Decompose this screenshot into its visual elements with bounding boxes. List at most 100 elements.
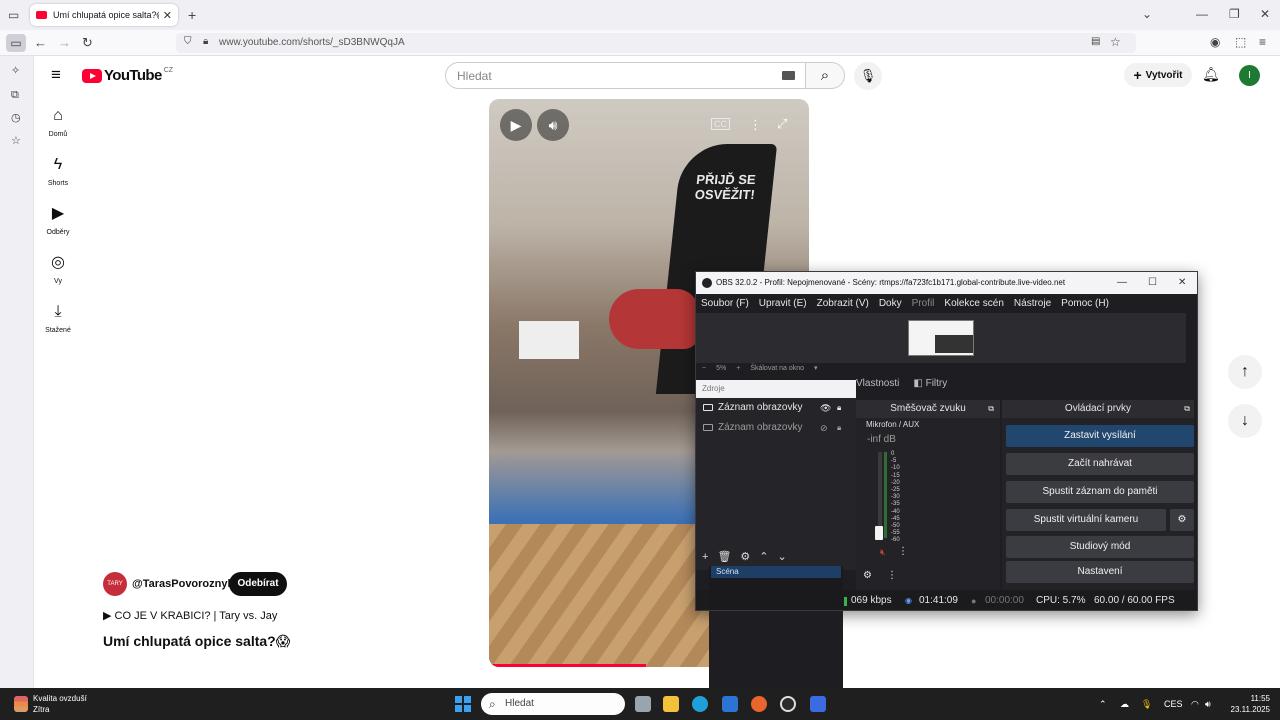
menu-edit[interactable]: Upravit (E) [759, 294, 807, 313]
menu-scene-collection[interactable]: Kolekce scén [944, 294, 1003, 313]
task-view-icon[interactable] [635, 696, 651, 712]
mixer-settings-icon[interactable]: ⚙ [863, 570, 872, 581]
chevron-down-icon[interactable]: ⌄ [1142, 8, 1152, 20]
menu-icon[interactable]: ≡ [1259, 36, 1266, 48]
forward-icon[interactable]: → [58, 36, 71, 49]
back-icon[interactable]: ← [34, 36, 47, 49]
app-taskbar-icon[interactable] [810, 696, 826, 712]
minimize-icon[interactable]: — [1196, 8, 1208, 20]
lock-icon[interactable]: 🔒︎ [837, 398, 841, 418]
youtube-logo[interactable]: YouTube CZ [82, 67, 173, 84]
chevron-down-icon[interactable]: ▾ [814, 363, 818, 375]
history-icon[interactable]: ◷ [11, 113, 21, 124]
previous-short-button[interactable]: ↑ [1228, 355, 1262, 389]
microsoft-store-icon[interactable] [722, 696, 738, 712]
create-button[interactable]: + Vytvořit [1124, 63, 1192, 87]
menu-help[interactable]: Pomoc (H) [1061, 294, 1109, 313]
fullscreen-icon[interactable]: ⤢ [777, 116, 787, 132]
eye-hidden-icon[interactable]: ⊘ [820, 418, 828, 438]
rail-item-home[interactable]: ⌂ Domů [35, 106, 81, 138]
edge-icon[interactable] [692, 696, 708, 712]
taskbar-clock[interactable]: 11:55 23.11.2025 [1226, 693, 1270, 715]
synced-tabs-icon[interactable]: ⧉ [11, 90, 19, 101]
bookmark-star-icon[interactable]: ☆ [1110, 36, 1121, 48]
rail-item-you[interactable]: ◎ Vy [35, 253, 81, 285]
firefox-icon[interactable] [751, 696, 767, 712]
subscribe-button[interactable]: Odebírat [229, 572, 287, 596]
menu-tools[interactable]: Nástroje [1014, 294, 1051, 313]
undock-icon[interactable]: ⧉ [988, 400, 994, 418]
menu-docks[interactable]: Doky [879, 294, 902, 313]
filters-tab[interactable]: ◧ Filtry [913, 378, 947, 389]
source-row[interactable]: Záznam obrazovky 👁︎ 🔒︎ [696, 398, 856, 418]
stop-streaming-button[interactable]: Zastavit vysílání [1006, 425, 1194, 447]
mixer-menu-icon[interactable]: ⋮ [898, 546, 908, 557]
channel-name[interactable]: @TarasPovoroznyk [132, 578, 234, 590]
notifications-bell-icon[interactable]: 🔔︎ [1202, 66, 1220, 83]
volume-slider-handle[interactable] [875, 526, 883, 540]
video-progress-bar[interactable] [489, 664, 646, 667]
studio-mode-button[interactable]: Studiový mód [1006, 536, 1194, 558]
obs-preview[interactable] [696, 313, 1186, 363]
source-settings-gear-icon[interactable]: ⚙ [740, 547, 750, 567]
more-options-icon[interactable]: ⋮ [749, 117, 762, 133]
playlist-link[interactable]: ▶ CO JE V KRABICI? | Tary vs. Jay [103, 609, 277, 622]
menu-file[interactable]: Soubor (F) [701, 294, 749, 313]
taskbar-search-input[interactable]: Hledat [481, 693, 625, 715]
wifi-icon[interactable]: ◠ [1191, 688, 1199, 720]
eye-icon[interactable]: 👁︎ [820, 398, 831, 418]
captions-icon[interactable]: CC [711, 118, 730, 130]
rail-item-subscriptions[interactable]: ▶︎ Odběry [35, 204, 81, 236]
rail-item-shorts[interactable]: ϟ Shorts [35, 155, 81, 187]
bookmarks-icon[interactable]: ☆ [11, 136, 21, 147]
remove-source-icon[interactable]: 🗑︎ [717, 547, 731, 567]
lock-icon[interactable]: 🔒︎ [837, 418, 841, 438]
reload-icon[interactable]: ↻ [82, 36, 93, 49]
zoom-mode-select[interactable]: Škálovat na okno [750, 363, 804, 375]
windows-start-icon[interactable] [455, 696, 471, 712]
start-recording-button[interactable]: Začít nahrávat [1006, 453, 1194, 475]
sidebar-toggle-icon[interactable]: ▭ [6, 34, 26, 52]
zoom-in-button[interactable]: + [736, 363, 740, 375]
microphone-in-use-icon[interactable]: 🎙︎ [1141, 688, 1152, 720]
voice-search-button[interactable]: 🎙︎ [854, 62, 882, 90]
language-indicator[interactable]: CES [1164, 688, 1183, 720]
weather-widget[interactable]: Kvalita ovzduší Zítra [33, 693, 87, 715]
search-button[interactable]: ⌕ [805, 62, 845, 89]
file-explorer-icon[interactable] [663, 696, 679, 712]
ai-chat-icon[interactable]: ✧ [11, 66, 20, 77]
obs-title-bar[interactable]: OBS 32.0.2 - Profil: Nepojmenované - Scé… [696, 272, 1197, 294]
start-replay-buffer-button[interactable]: Spustit záznam do paměti [1006, 481, 1194, 503]
menu-profile[interactable]: Profil [912, 294, 935, 313]
source-row[interactable]: Záznam obrazovky ⊘ 🔒︎ [696, 418, 856, 438]
start-virtual-camera-button[interactable]: Spustit virtuální kameru [1006, 509, 1166, 531]
lock-icon[interactable]: 🔒︎ [203, 37, 208, 47]
mixer-more-icon[interactable]: ⋮ [887, 570, 897, 581]
obs-maximize-icon[interactable]: ☐ [1148, 272, 1157, 294]
muted-speaker-icon[interactable]: 🔇︎ [880, 547, 886, 558]
virtual-camera-settings-button[interactable]: ⚙ [1170, 509, 1194, 531]
close-window-icon[interactable]: ✕ [1260, 8, 1270, 20]
move-up-icon[interactable]: ⌃ [759, 547, 768, 567]
url-bar[interactable]: ⛉ 🔒︎ www.youtube.com/shorts/_sD3BNWQqJA … [176, 33, 1136, 53]
properties-tab[interactable]: Vlastnosti [856, 378, 899, 389]
onedrive-cloud-icon[interactable]: ☁ [1120, 688, 1129, 720]
obs-minimize-icon[interactable]: — [1117, 272, 1127, 294]
keyboard-icon[interactable] [782, 71, 795, 80]
undock-icon[interactable]: ⧉ [1184, 400, 1190, 418]
rail-item-downloads[interactable]: ⤓ Stažené [35, 302, 81, 334]
next-short-button[interactable]: ↓ [1228, 404, 1262, 438]
restore-icon[interactable]: ❐ [1229, 8, 1240, 20]
reader-view-icon[interactable]: ▤ [1091, 37, 1100, 47]
air-quality-icon[interactable] [14, 696, 28, 712]
move-down-icon[interactable]: ⌄ [778, 547, 787, 567]
tab-list-icon[interactable]: ▭ [8, 9, 19, 21]
speaker-icon[interactable]: 🔊︎ [1205, 688, 1211, 720]
add-source-icon[interactable]: + [702, 547, 708, 567]
play-button[interactable]: ▶ [500, 109, 532, 141]
extensions-icon[interactable]: ⬚ [1235, 36, 1246, 48]
account-avatar[interactable]: I [1239, 65, 1260, 86]
show-hidden-icons-icon[interactable]: ⌃ [1099, 688, 1107, 720]
shield-icon[interactable]: ⛉ [184, 37, 192, 47]
new-tab-icon[interactable]: + [188, 8, 196, 22]
